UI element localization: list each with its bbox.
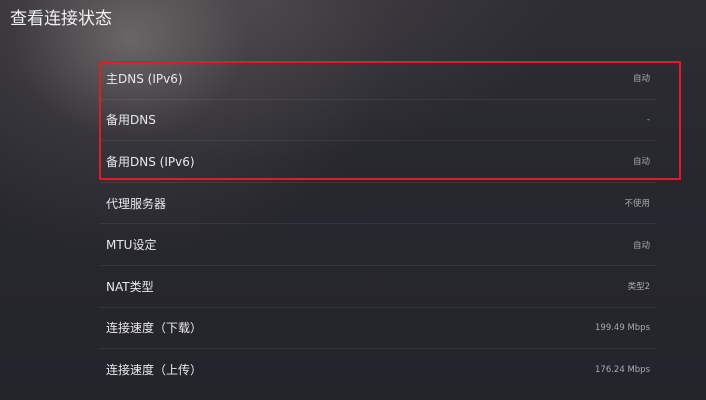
setting-value: 176.24 Mbps	[595, 364, 650, 375]
setting-label: 连接速度（下载）	[106, 321, 203, 336]
connection-status-list: 主DNS (IPv6) 自动 备用DNS - 备用DNS (IPv6) 自动 代…	[100, 58, 656, 391]
setting-value: 自动	[632, 157, 650, 168]
setting-label: MTU设定	[106, 238, 157, 253]
setting-row-nat-type[interactable]: NAT类型 类型2	[100, 266, 656, 308]
setting-row-mtu[interactable]: MTU设定 自动	[100, 224, 656, 266]
page-title: 查看连接状态	[10, 9, 112, 29]
setting-value: 自动	[632, 240, 650, 251]
setting-value: 自动	[632, 74, 650, 85]
setting-value: 199.49 Mbps	[595, 322, 650, 333]
setting-row-secondary-dns[interactable]: 备用DNS -	[100, 100, 656, 142]
setting-value: 不使用	[624, 199, 650, 210]
setting-label: 连接速度（上传）	[106, 363, 203, 378]
setting-row-proxy-server[interactable]: 代理服务器 不使用	[100, 183, 656, 225]
setting-row-upload-speed[interactable]: 连接速度（上传） 176.24 Mbps	[100, 349, 656, 391]
setting-label: 备用DNS (IPv6)	[106, 154, 195, 169]
setting-label: 备用DNS	[106, 113, 156, 128]
setting-value: 类型2	[627, 282, 650, 293]
setting-label: 主DNS (IPv6)	[106, 71, 183, 86]
setting-row-primary-dns-ipv6[interactable]: 主DNS (IPv6) 自动	[100, 58, 656, 100]
setting-row-secondary-dns-ipv6[interactable]: 备用DNS (IPv6) 自动	[100, 141, 656, 183]
setting-row-download-speed[interactable]: 连接速度（下载） 199.49 Mbps	[100, 308, 656, 350]
setting-label: 代理服务器	[106, 196, 167, 211]
setting-label: NAT类型	[106, 279, 154, 294]
setting-value: -	[646, 114, 650, 125]
